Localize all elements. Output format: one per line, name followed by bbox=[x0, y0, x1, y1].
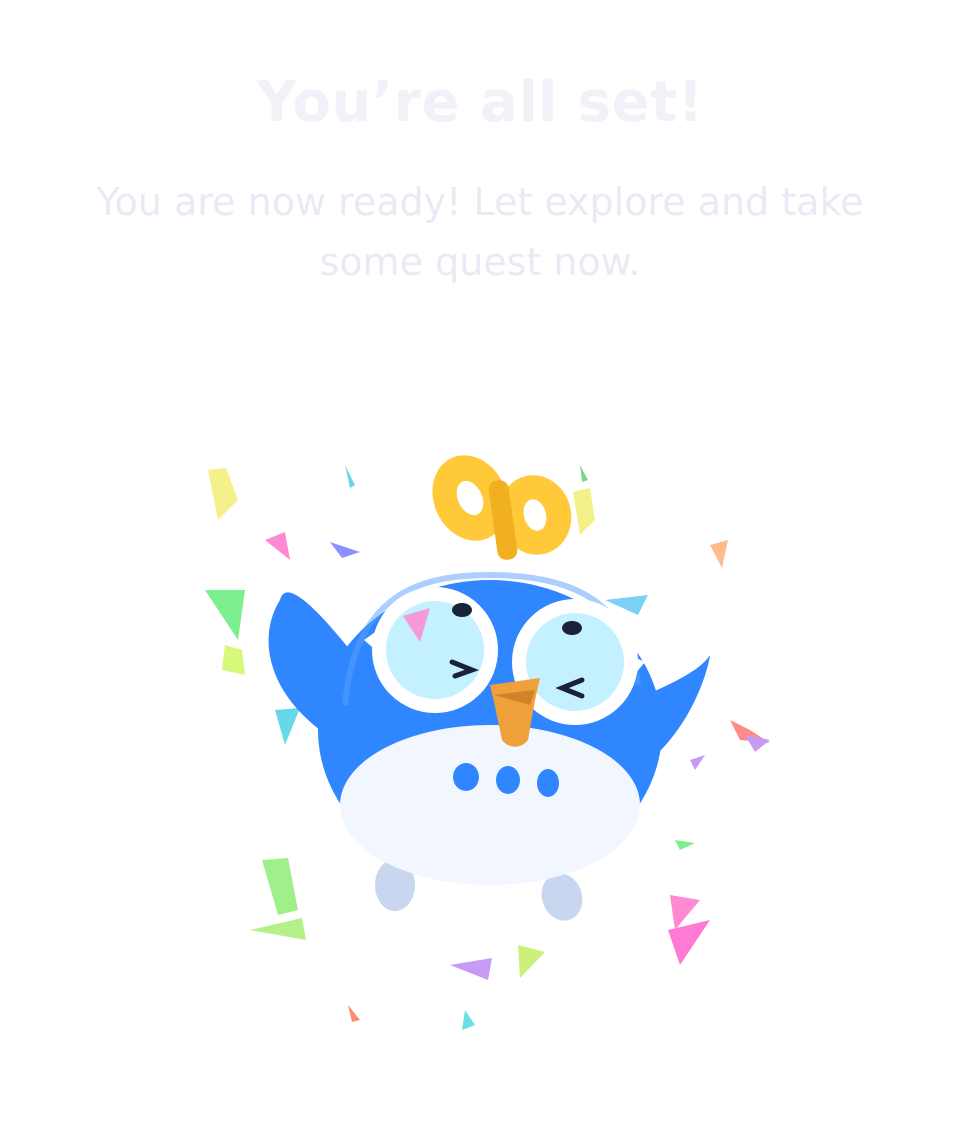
confetti-piece bbox=[205, 590, 245, 640]
confetti-piece bbox=[262, 858, 298, 915]
confetti-piece bbox=[573, 488, 595, 535]
confetti-piece bbox=[222, 645, 245, 675]
confetti-piece bbox=[208, 468, 238, 520]
owl-eye bbox=[452, 603, 472, 617]
confetti-piece bbox=[580, 465, 588, 482]
confetti-piece bbox=[345, 465, 355, 488]
confetti-piece bbox=[690, 755, 705, 770]
confetti-piece bbox=[675, 840, 695, 850]
page-subtitle: You are now ready! Let explore and take … bbox=[96, 180, 864, 284]
confetti-piece bbox=[518, 945, 545, 978]
confetti-piece bbox=[462, 1010, 475, 1030]
confetti-piece bbox=[745, 735, 770, 752]
owl-mascot-illustration bbox=[205, 455, 770, 1030]
owl-glasses-left bbox=[372, 587, 498, 713]
confetti-piece bbox=[348, 1005, 360, 1022]
confetti-piece bbox=[668, 920, 710, 965]
wind-up-key-icon bbox=[432, 455, 572, 560]
confetti-piece bbox=[710, 540, 728, 568]
confetti-piece bbox=[330, 542, 360, 558]
confetti-piece bbox=[265, 532, 290, 560]
owl-belly bbox=[340, 725, 640, 885]
completion-screen: You’re all set! You are now ready! Let e… bbox=[0, 0, 960, 1140]
confetti-piece bbox=[450, 958, 492, 980]
page-title: You’re all set! bbox=[256, 70, 704, 135]
owl-eye bbox=[562, 621, 582, 635]
confetti-piece bbox=[275, 708, 300, 745]
confetti-piece bbox=[250, 918, 306, 940]
